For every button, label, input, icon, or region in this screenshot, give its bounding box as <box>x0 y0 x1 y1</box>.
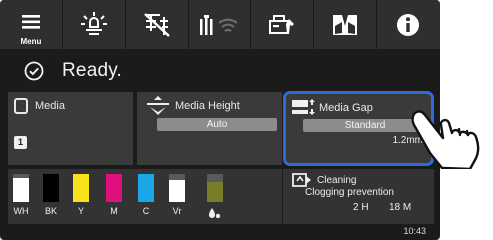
network-status-button[interactable] <box>126 0 189 49</box>
media-roll-icon <box>14 98 28 114</box>
cleaning-subtitle: Clogging prevention <box>305 187 394 198</box>
waste-ink-drop-icon <box>209 208 221 219</box>
top-toolbar: Menu <box>0 0 440 49</box>
maintenance-button[interactable] <box>251 0 315 49</box>
ink-code-y: Y <box>77 206 84 216</box>
ink-slot-wh: WH <box>8 169 34 224</box>
maintenance-icon <box>269 14 295 34</box>
light-icon <box>80 11 107 35</box>
menu-icon <box>21 14 40 29</box>
menu-label: Menu <box>20 37 42 46</box>
media-settings-button[interactable] <box>314 0 378 49</box>
ink-slot-c: C <box>133 169 159 224</box>
light-button[interactable] <box>63 0 126 49</box>
cleaning-minutes: 18 M <box>389 202 412 213</box>
ink-cartridge-bk <box>43 174 59 202</box>
info-icon <box>397 13 420 36</box>
ink-code-bk: BK <box>44 206 57 216</box>
ink-cartridge-m <box>106 174 122 202</box>
ink-status-panel[interactable]: WH BK Y M C Vr <box>8 169 282 224</box>
ink-code-vr: Vr <box>172 206 182 216</box>
media-height-icon <box>147 96 169 115</box>
ink-wifi-icon <box>200 14 239 35</box>
media-gap-label: Media Gap <box>319 102 373 114</box>
ink-code-c: C <box>142 206 150 216</box>
status-bar: Ready. <box>0 49 440 92</box>
ink-code-m: M <box>110 206 118 216</box>
ink-cartridge-y <box>73 174 89 202</box>
ink-cartridge-wh <box>13 174 29 202</box>
ink-cartridge-vr <box>169 174 185 202</box>
ink-slot-m: M <box>101 169 127 224</box>
cleaning-icon <box>292 173 311 187</box>
media-height-value: Auto <box>157 118 277 131</box>
cleaning-title: Cleaning <box>317 175 357 186</box>
cleaning-hours: 2 H <box>353 202 369 213</box>
cleaning-panel[interactable]: Cleaning Clogging prevention 2 H 18 M <box>283 169 434 224</box>
media-number-badge: 1 <box>14 136 27 149</box>
clock: 10:43 <box>403 226 426 236</box>
media-label: Media <box>35 100 65 112</box>
media-icon <box>333 14 358 35</box>
ink-wireless-button[interactable] <box>189 0 252 49</box>
waste-ink-box <box>207 174 223 202</box>
ink-slot-bk: BK <box>38 169 64 224</box>
info-button[interactable] <box>377 0 440 49</box>
media-panel[interactable]: Media 1 <box>8 92 133 165</box>
waste-ink-slot <box>202 169 228 224</box>
media-height-panel[interactable]: Media Height Auto <box>137 92 282 165</box>
ink-slot-y: Y <box>68 169 94 224</box>
status-text: Ready. <box>62 59 122 81</box>
ink-slot-vr: Vr <box>164 169 190 224</box>
pointing-hand-icon <box>411 110 480 169</box>
check-circle-icon <box>24 61 44 80</box>
ink-code-wh: WH <box>13 206 29 216</box>
network-off-icon <box>143 12 170 37</box>
control-panel-screen: Menu Ready. Media 1 Media Height Auto Me… <box>0 0 440 240</box>
media-gap-icon <box>292 99 315 115</box>
menu-button[interactable]: Menu <box>0 0 63 49</box>
media-height-label: Media Height <box>175 100 240 112</box>
ink-cartridge-c <box>138 174 154 202</box>
